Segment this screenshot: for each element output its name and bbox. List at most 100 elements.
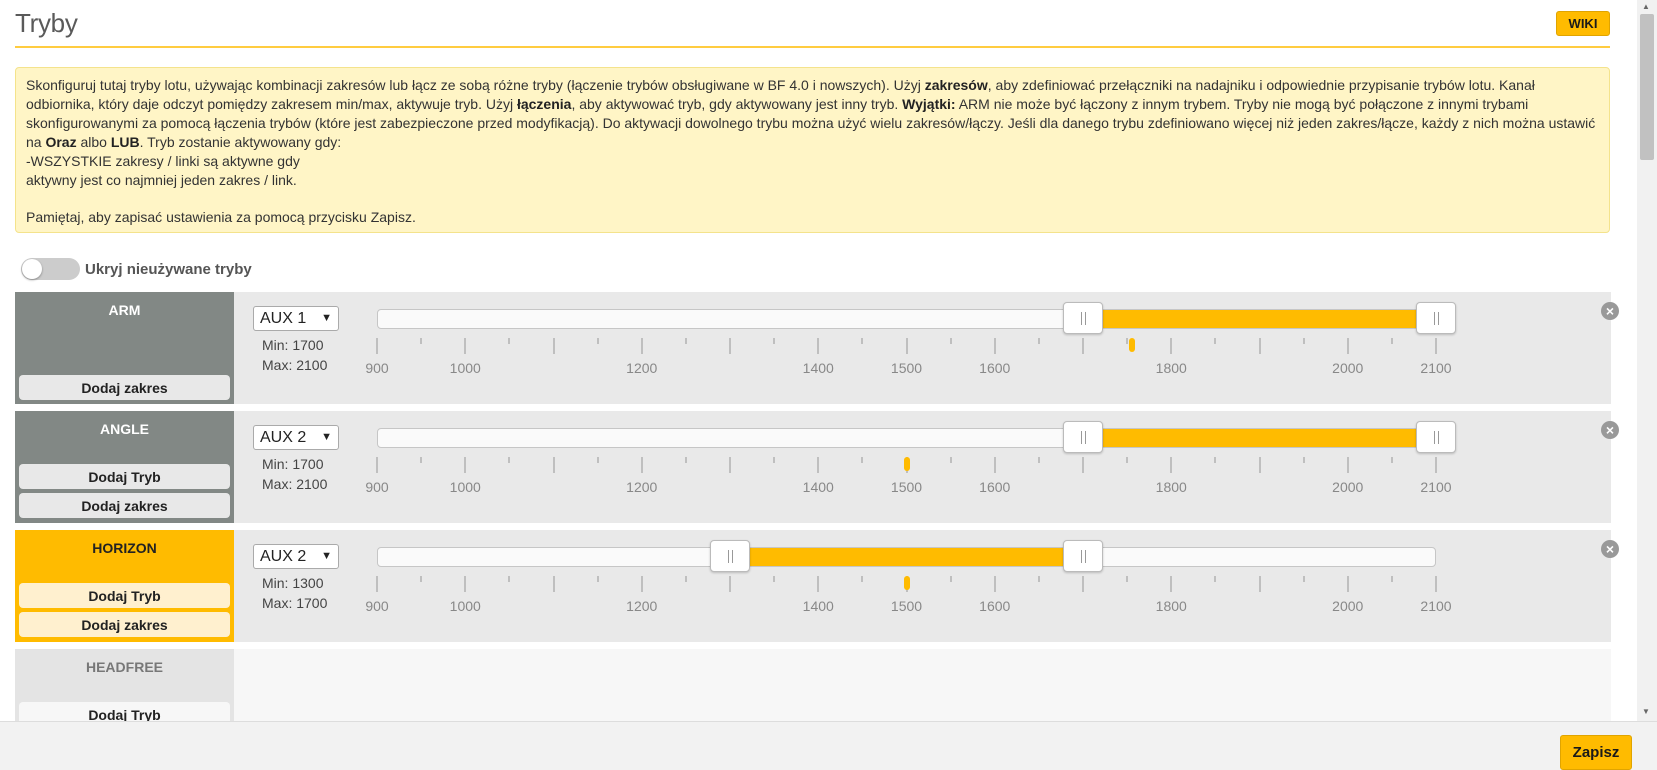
scrollbar[interactable]: ▲ ▼ xyxy=(1637,0,1657,721)
scale-tick xyxy=(1214,576,1217,582)
scale-tick xyxy=(684,338,687,344)
scale-tick xyxy=(640,457,643,473)
scale-label: 1000 xyxy=(449,598,481,614)
scale-tick xyxy=(1214,338,1217,344)
scale-tick xyxy=(1170,457,1173,473)
scale-label: 1400 xyxy=(802,598,834,614)
aux-select[interactable]: AUX 1 ▼ xyxy=(253,306,339,331)
scroll-thumb[interactable] xyxy=(1640,14,1654,160)
scale-tick xyxy=(1346,457,1349,473)
scale-label: 1800 xyxy=(1155,598,1187,614)
chevron-down-icon: ▼ xyxy=(321,550,332,562)
scale-tick xyxy=(596,576,599,582)
scale-label: 1200 xyxy=(626,360,658,376)
scale-tick xyxy=(420,457,423,463)
scale-tick xyxy=(1302,338,1305,344)
aux-select[interactable]: AUX 2 ▼ xyxy=(253,425,339,450)
range-max-handle[interactable] xyxy=(1416,302,1456,334)
scale-tick xyxy=(1258,338,1261,354)
add-range-button[interactable]: Dodaj zakres xyxy=(19,612,230,637)
scale-tick xyxy=(1082,576,1084,592)
scale-tick xyxy=(1126,457,1129,463)
aux-value: AUX 2 xyxy=(260,428,307,446)
scale-tick xyxy=(949,457,952,463)
aux-value: AUX 2 xyxy=(260,547,307,565)
scale-tick xyxy=(1170,576,1173,592)
scale-tick xyxy=(376,338,378,354)
info-note: Skonfiguruj tutaj tryby lotu, używając k… xyxy=(15,67,1610,233)
note-line: aktywny jest co najmniej jeden zakres / … xyxy=(26,172,297,188)
scale-tick xyxy=(552,457,555,473)
scroll-up-icon[interactable]: ▲ xyxy=(1642,2,1650,11)
scale-tick xyxy=(1214,457,1217,463)
close-icon[interactable]: × xyxy=(1601,540,1619,558)
scale-tick xyxy=(729,338,731,354)
range-track xyxy=(377,309,1436,329)
scale-tick xyxy=(1037,457,1040,463)
scale-label: 1500 xyxy=(890,479,923,495)
mode-name: HORIZON xyxy=(92,540,157,556)
scale-label: 1600 xyxy=(979,479,1011,495)
scale-tick xyxy=(905,338,908,354)
scale-tick xyxy=(684,576,687,582)
scale-tick xyxy=(1390,457,1393,463)
scale-tick xyxy=(729,457,731,473)
scale-tick xyxy=(1037,576,1040,582)
note-bold: Oraz xyxy=(45,134,77,150)
scale-tick xyxy=(1126,338,1129,344)
note-text: . Tryb zostanie aktywowany gdy: xyxy=(139,134,342,150)
scale-label: 1400 xyxy=(802,360,834,376)
range-min-handle[interactable] xyxy=(1063,302,1103,334)
range-max-handle[interactable] xyxy=(1063,540,1103,572)
scale-tick xyxy=(508,457,511,463)
mode-row-arm: ARM Dodaj zakres AUX 1 ▼ Min: 1700 Max: 21… xyxy=(15,292,1619,404)
range-max-handle[interactable] xyxy=(1416,421,1456,453)
hide-unused-row: Ukryj nieużywane tryby xyxy=(21,258,252,280)
scale-label: 1000 xyxy=(449,479,481,495)
range-min-handle[interactable] xyxy=(710,540,750,572)
scale-label: 2000 xyxy=(1332,360,1364,376)
scale-label: 1200 xyxy=(626,598,658,614)
add-range-button[interactable]: Dodaj zakres xyxy=(19,375,230,400)
scale-tick xyxy=(1435,338,1437,354)
close-icon[interactable]: × xyxy=(1601,302,1619,320)
scale-tick xyxy=(464,338,467,354)
note-bold: łączenia xyxy=(516,96,572,112)
footer-bar xyxy=(0,721,1657,770)
scale-tick xyxy=(640,576,643,592)
scale-label: 1400 xyxy=(802,479,834,495)
scale-tick xyxy=(640,338,643,354)
chevron-down-icon: ▼ xyxy=(321,312,332,324)
range-max-text: Max: 1700 xyxy=(262,595,328,611)
scale-tick xyxy=(817,338,820,354)
scale-label: 2100 xyxy=(1420,360,1452,376)
close-icon[interactable]: × xyxy=(1601,421,1619,439)
mode-name: ANGLE xyxy=(100,421,149,437)
scale-tick xyxy=(993,457,996,473)
scale-tick xyxy=(1037,338,1040,344)
scroll-down-icon[interactable]: ▼ xyxy=(1642,707,1650,716)
note-line: -WSZYSTKIE zakresy / linki są aktywne gd… xyxy=(26,153,300,169)
scale-label: 900 xyxy=(365,360,389,376)
channel-marker xyxy=(903,457,910,471)
scale-tick xyxy=(817,576,820,592)
scale-tick xyxy=(817,457,820,473)
save-button[interactable]: Zapisz xyxy=(1560,735,1632,770)
scale-tick xyxy=(861,457,864,463)
title-divider xyxy=(15,46,1610,48)
aux-value: AUX 1 xyxy=(260,309,307,327)
range-min-handle[interactable] xyxy=(1063,421,1103,453)
wiki-button[interactable]: WIKI xyxy=(1556,11,1610,36)
add-range-button[interactable]: Dodaj zakres xyxy=(19,493,230,518)
scale-label: 2000 xyxy=(1332,598,1364,614)
scale-tick xyxy=(1258,457,1261,473)
chevron-down-icon: ▼ xyxy=(321,431,332,443)
aux-select[interactable]: AUX 2 ▼ xyxy=(253,544,339,569)
note-text: Skonfiguruj tutaj tryby lotu, używając k… xyxy=(26,77,925,93)
scale-tick xyxy=(508,576,511,582)
scale-tick xyxy=(596,457,599,463)
hide-unused-toggle[interactable] xyxy=(21,258,80,280)
scale-label: 1600 xyxy=(979,360,1011,376)
scale-tick xyxy=(993,576,996,592)
mode-name: HEADFREE xyxy=(85,659,163,675)
